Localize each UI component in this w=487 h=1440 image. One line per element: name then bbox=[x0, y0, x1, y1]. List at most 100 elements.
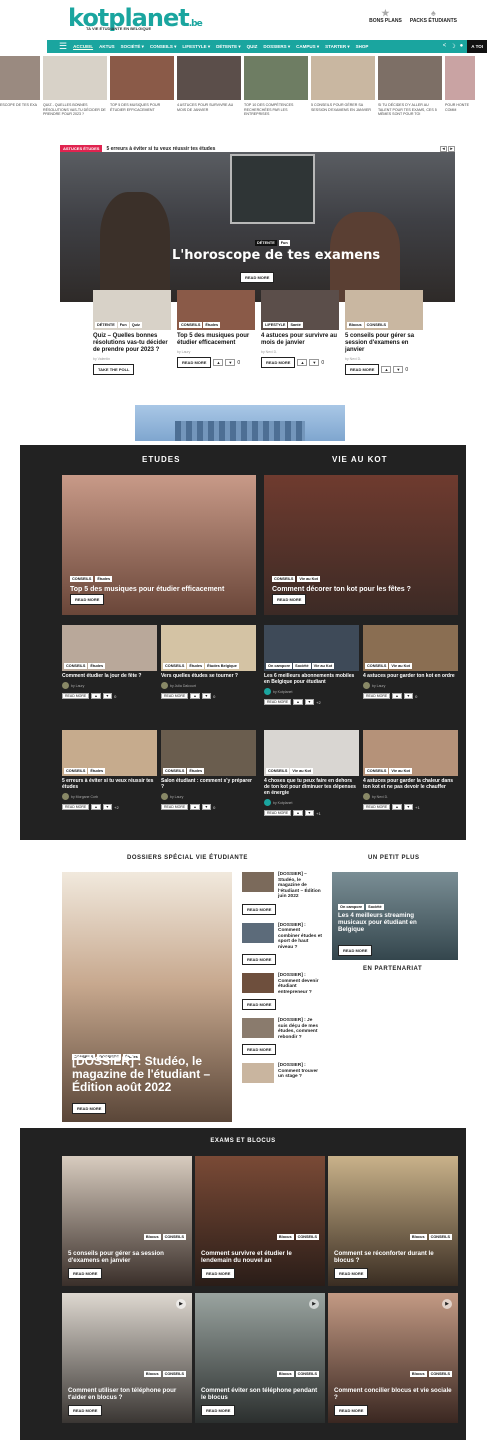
read-more-button[interactable]: READ MORE bbox=[261, 357, 296, 368]
downvote-icon[interactable]: ▼ bbox=[309, 359, 320, 366]
read-more-button[interactable]: READ MORE bbox=[272, 594, 307, 605]
strip-item[interactable]: QUIZ - QUELLES BONNES RÉSOLUTIONS VAS-TU… bbox=[43, 56, 107, 126]
exam-card[interactable]: ▶ Blocus CONSEILS Comment concilier blocu… bbox=[328, 1293, 458, 1423]
nav-item-conseils[interactable]: CONSEILS ▾ bbox=[150, 44, 177, 50]
petit-plus-card[interactable]: On campore Société Les 4 meilleurs stream… bbox=[332, 872, 458, 960]
tag[interactable]: Fun bbox=[278, 240, 290, 246]
hero-title[interactable]: L'horoscope de tes examens bbox=[172, 248, 380, 263]
play-icon[interactable]: ▶ bbox=[309, 1299, 319, 1309]
downvote-icon[interactable]: ▼ bbox=[102, 804, 113, 810]
article-title[interactable]: Comment utiliser ton téléphone pour t'ai… bbox=[68, 1387, 188, 1401]
menu-icon[interactable]: ☰ bbox=[59, 41, 67, 52]
read-more-button[interactable]: READ MORE bbox=[62, 693, 90, 699]
article-card[interactable]: CONSEILS Études 5 erreurs à éviter si tu … bbox=[62, 730, 157, 810]
article-title[interactable]: Comment concilier blocus et vie sociale … bbox=[334, 1387, 454, 1401]
article-title[interactable]: 4 astuces pour survivre au mois de janvi… bbox=[261, 333, 339, 347]
article-title[interactable]: 5 conseils pour gérer sa session d'exame… bbox=[345, 333, 423, 354]
read-more-button[interactable]: READ MORE bbox=[334, 1405, 369, 1416]
article-title[interactable]: Comment éviter son téléphone pendant le … bbox=[201, 1387, 321, 1401]
category-tag[interactable]: ASTUCES ÉTUDES bbox=[60, 145, 103, 152]
article-card[interactable]: CONSEILS Études Top 5 des musiques pour é… bbox=[177, 290, 255, 375]
list-item[interactable]: [DOSSIER] – Studéo, le magazine de l'étu… bbox=[242, 872, 322, 900]
upvote-icon[interactable]: ▲ bbox=[392, 804, 402, 810]
nav-item-accueil[interactable]: ACCUEIL bbox=[73, 44, 93, 49]
article-title[interactable]: Comment étudier la jour de fête ? bbox=[62, 673, 157, 679]
user-icon[interactable]: ● bbox=[460, 43, 464, 50]
breadcrumb-title[interactable]: 5 erreurs à éviter si tu veux réussir te… bbox=[106, 146, 215, 152]
exam-card[interactable]: Blocus CONSEILS Comment se réconforter du… bbox=[328, 1156, 458, 1286]
upvote-icon[interactable]: ▲ bbox=[293, 699, 303, 705]
read-more-button[interactable]: READ MORE bbox=[62, 804, 90, 810]
upvote-icon[interactable]: ▲ bbox=[91, 804, 101, 810]
article-title[interactable]: 5 erreurs à éviter si tu veux réussir te… bbox=[62, 778, 157, 790]
next-arrow-icon[interactable]: ▸ bbox=[448, 145, 455, 152]
read-more-button[interactable]: READ MORE bbox=[201, 1405, 236, 1416]
article-title[interactable]: Quiz – Quelles bonnes résolutions vas-tu… bbox=[93, 333, 171, 354]
article-card[interactable]: CONSEILS Études Études Belgique Vers quell… bbox=[161, 625, 256, 699]
strip-item[interactable]: 5 CONSEILS POUR GÉRER SA SESSION D'EXAME… bbox=[311, 56, 375, 126]
downvote-icon[interactable]: ▼ bbox=[304, 810, 315, 816]
read-more-button[interactable]: READ MORE bbox=[68, 1405, 103, 1416]
ad-banner[interactable] bbox=[135, 405, 345, 441]
article-title[interactable]: 5 conseils pour gérer sa session d'exame… bbox=[68, 1250, 188, 1264]
bons-plans-link[interactable]: ★ BONS PLANS bbox=[369, 8, 402, 24]
article-card[interactable]: CONSEILS Études Comment étudier la jour d… bbox=[62, 625, 157, 699]
upvote-icon[interactable]: ▲ bbox=[91, 693, 101, 699]
read-more-button[interactable]: READ MORE bbox=[161, 693, 189, 699]
dossier-featured[interactable]: CONSEILS DOSSIERS Études [DOSSIER] : Studé… bbox=[62, 872, 232, 1122]
upvote-icon[interactable]: ▲ bbox=[381, 366, 392, 373]
read-more-button[interactable]: READ MORE bbox=[334, 1268, 369, 1279]
hero-slide[interactable]: DÉTENTE Fun L'horoscope de tes examens R… bbox=[60, 152, 455, 302]
nav-item-dossiers[interactable]: DOSSIERS ▾ bbox=[263, 44, 290, 50]
nav-item-lifestyle[interactable]: LIFESTYLE ▾ bbox=[182, 44, 210, 50]
exam-card[interactable]: ▶ Blocus CONSEILS Comment utiliser ton té… bbox=[62, 1293, 192, 1423]
take-poll-button[interactable]: TAKE THE POLL bbox=[93, 364, 135, 375]
read-more-button[interactable]: READ MORE bbox=[242, 954, 277, 965]
article-title[interactable]: [DOSSIER] : Studéo, le magazine de l'étu… bbox=[72, 1055, 232, 1094]
article-card[interactable]: DÉTENTE Fun Quiz Quiz – Quelles bonnes rés… bbox=[93, 290, 171, 375]
strip-item[interactable]: TOP 10 DES COMPÉTENCES RECHERCHÉES PAR L… bbox=[244, 56, 308, 126]
downvote-icon[interactable]: ▼ bbox=[403, 693, 414, 699]
featured-article[interactable]: CONSEILS Études Top 5 des musiques pour é… bbox=[62, 475, 256, 615]
read-more-button[interactable]: READ MORE bbox=[363, 693, 391, 699]
article-title[interactable]: 4 astuces pour garder ton kot en ordre bbox=[363, 673, 458, 679]
read-more-button[interactable]: READ MORE bbox=[363, 804, 391, 810]
nav-item-campus[interactable]: CAMPUS ▾ bbox=[296, 44, 319, 50]
strip-item[interactable]: POUR HONTE COMM bbox=[445, 56, 475, 126]
downvote-icon[interactable]: ▼ bbox=[403, 804, 414, 810]
read-more-button[interactable]: READ MORE bbox=[201, 1268, 236, 1279]
tag[interactable]: DÉTENTE bbox=[255, 240, 277, 246]
downvote-icon[interactable]: ▼ bbox=[201, 804, 212, 810]
downvote-icon[interactable]: ▼ bbox=[201, 693, 212, 699]
section-title-etudes[interactable]: ETUDES bbox=[142, 455, 180, 464]
list-item[interactable]: [DOSSIER] : Comment devenir étudiant ent… bbox=[242, 973, 322, 995]
article-title[interactable]: 4 choses que tu peux faire en dehors de … bbox=[264, 778, 359, 796]
article-title[interactable]: Vers quelles études se tourner ? bbox=[161, 673, 256, 679]
read-more-button[interactable]: READ MORE bbox=[242, 903, 277, 915]
upvote-icon[interactable]: ▲ bbox=[190, 693, 200, 699]
list-item[interactable]: [DOSSIER] : Comment combiner études et s… bbox=[242, 922, 322, 951]
upvote-icon[interactable]: ▲ bbox=[293, 810, 303, 816]
article-title[interactable]: Top 5 des musiques pour étudier efficace… bbox=[177, 333, 255, 347]
section-title-vie-au-kot[interactable]: VIE AU KOT bbox=[332, 455, 387, 464]
article-card[interactable]: CONSEILS Vie au Kot 4 choses que tu peux … bbox=[264, 730, 359, 816]
upvote-icon[interactable]: ▲ bbox=[392, 693, 402, 699]
article-title[interactable]: Les 6 meilleurs abonnements mobiles en B… bbox=[264, 673, 359, 685]
list-item[interactable]: [DOSSIER] : Comment trouver un stage ? bbox=[242, 1063, 322, 1083]
strip-item[interactable]: TOP 5 DES MUSIQUES POUR ÉTUDIER EFFICACE… bbox=[110, 56, 174, 126]
dark-mode-icon[interactable]: ☽ bbox=[450, 43, 455, 50]
featured-article[interactable]: CONSEILS Vie au Kot Comment décorer ton k… bbox=[264, 475, 458, 615]
read-more-button[interactable]: READ MORE bbox=[242, 999, 277, 1010]
article-card[interactable]: LIFESTYLE Santé 4 astuces pour survivre a… bbox=[261, 290, 339, 375]
upvote-icon[interactable]: ▲ bbox=[297, 359, 308, 366]
packs-etudiants-link[interactable]: ♠ PACKS ÉTUDIANTS bbox=[410, 8, 457, 24]
nav-item-quiz[interactable]: QUIZ bbox=[247, 44, 258, 49]
strip-item[interactable]: ESCOPE DE TES EXA bbox=[0, 56, 40, 126]
article-card[interactable]: CONSEILS Vie au Kot 4 astuces pour garder… bbox=[363, 730, 458, 810]
downvote-icon[interactable]: ▼ bbox=[393, 366, 404, 373]
article-title[interactable]: Comment se réconforter durant le blocus … bbox=[334, 1250, 454, 1264]
downvote-icon[interactable]: ▼ bbox=[102, 693, 113, 699]
exam-card[interactable]: ▶ Blocus CONSEILS Comment éviter son télé… bbox=[195, 1293, 325, 1423]
upvote-icon[interactable]: ▲ bbox=[190, 804, 200, 810]
read-more-button[interactable]: READ MORE bbox=[68, 1268, 103, 1279]
